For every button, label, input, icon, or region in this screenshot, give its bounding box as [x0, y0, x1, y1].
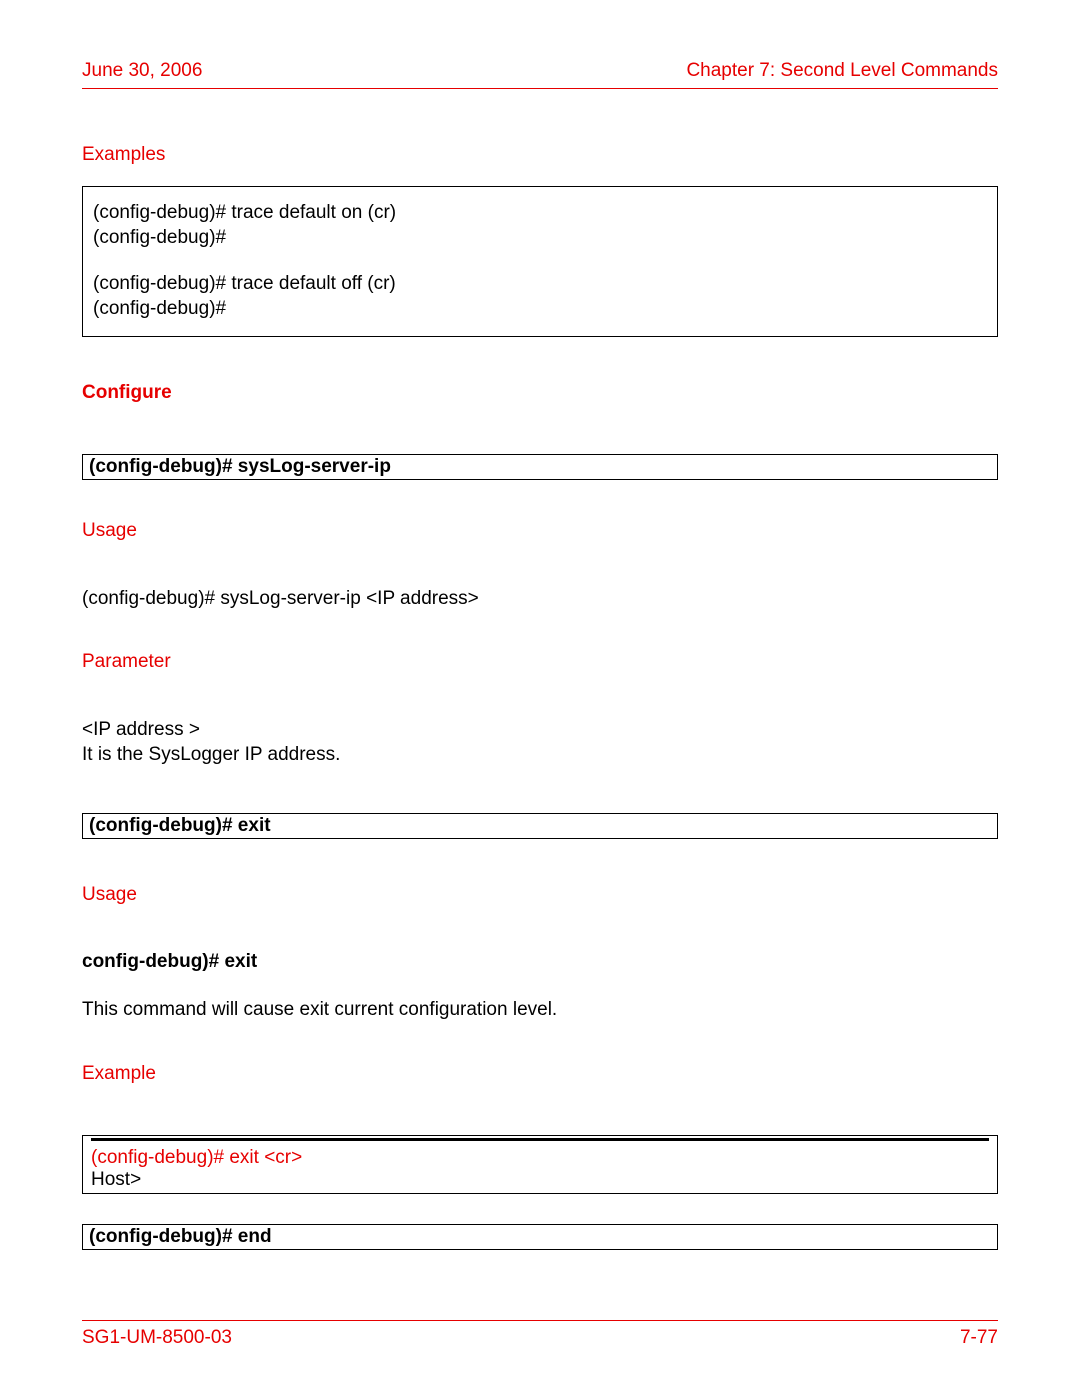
command-label: (config-debug)# sysLog-server-ip [89, 456, 391, 477]
footer-doc-id: SG1-UM-8500-03 [82, 1327, 232, 1349]
examples-heading: Examples [82, 144, 998, 166]
example-rule [91, 1138, 989, 1141]
examples-code-box: (config-debug)# trace default on (cr) (c… [82, 186, 998, 337]
code-line: (config-debug)# trace default off (cr) [93, 272, 987, 297]
usage-command: config-debug)# exit [82, 951, 998, 973]
usage-heading: Usage [82, 884, 998, 906]
example-line: Host> [91, 1169, 989, 1191]
command-label: (config-debug)# end [89, 1226, 272, 1247]
header-chapter: Chapter 7: Second Level Commands [686, 60, 998, 82]
configure-heading: Configure [82, 382, 998, 404]
command-box-exit: (config-debug)# exit [82, 813, 998, 839]
header-date: June 30, 2006 [82, 60, 202, 82]
code-line: (config-debug)# [93, 226, 987, 251]
usage-heading: Usage [82, 520, 998, 542]
page-footer: SG1-UM-8500-03 7-77 [82, 1320, 998, 1349]
command-label: (config-debug)# exit [89, 815, 271, 836]
command-box-syslog: (config-debug)# sysLog-server-ip [82, 454, 998, 480]
example-line-red: (config-debug)# exit <cr> [91, 1147, 989, 1169]
example-heading: Example [82, 1063, 998, 1085]
page-header: June 30, 2006 Chapter 7: Second Level Co… [82, 60, 998, 89]
code-line: (config-debug)# trace default on (cr) [93, 201, 987, 226]
example-box: (config-debug)# exit <cr> Host> [82, 1135, 998, 1194]
code-line: (config-debug)# [93, 297, 987, 322]
parameter-line: It is the SysLogger IP address. [82, 743, 998, 768]
usage-description: This command will cause exit current con… [82, 998, 998, 1023]
usage-text: (config-debug)# sysLog-server-ip <IP add… [82, 587, 998, 612]
parameter-heading: Parameter [82, 651, 998, 673]
parameter-line: <IP address > [82, 718, 998, 743]
command-box-end: (config-debug)# end [82, 1224, 998, 1250]
footer-page-number: 7-77 [960, 1327, 998, 1349]
